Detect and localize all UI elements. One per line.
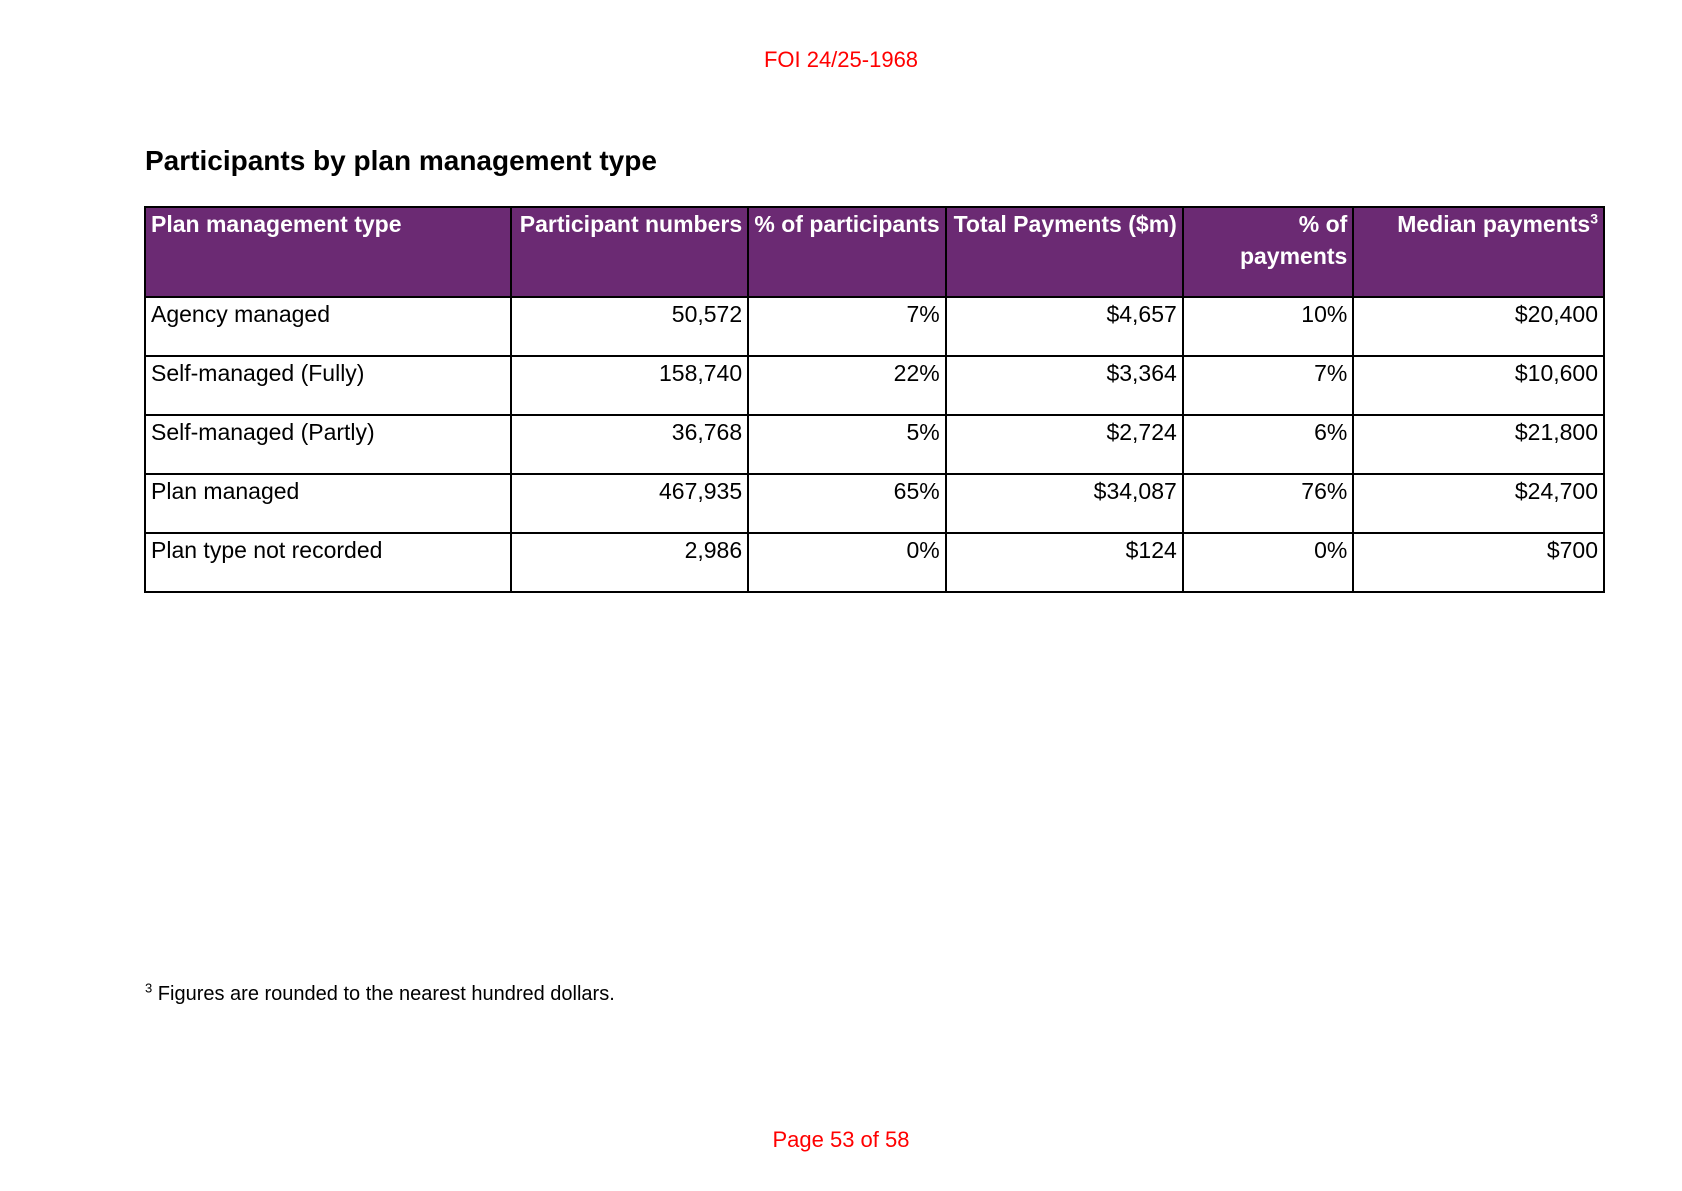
cell-participant-numbers: 467,935 xyxy=(510,473,750,534)
cell-total-payments: $124 xyxy=(944,532,1184,593)
cell-median-payments: $20,400 xyxy=(1352,296,1605,357)
cell-pct-participants: 7% xyxy=(747,296,947,357)
cell-participant-numbers: 158,740 xyxy=(510,355,750,416)
footnote-text: Figures are rounded to the nearest hundr… xyxy=(157,983,615,1005)
cell-pct-participants: 22% xyxy=(747,355,947,416)
cell-total-payments: $4,657 xyxy=(944,296,1184,357)
column-header-total-payments: Total Payments ($m) xyxy=(944,206,1184,298)
cell-pct-payments: 7% xyxy=(1181,355,1355,416)
cell-pct-participants: 5% xyxy=(747,414,947,475)
cell-total-payments: $3,364 xyxy=(944,355,1184,416)
cell-participant-numbers: 50,572 xyxy=(510,296,750,357)
plan-management-table: Plan management type Participant numbers… xyxy=(143,206,1605,593)
cell-median-payments: $700 xyxy=(1352,532,1605,593)
table-row: Self-managed (Fully) 158,740 22% $3,364 … xyxy=(143,355,1605,416)
footnote-reference: 3 xyxy=(1590,210,1598,227)
footnote-marker: 3 xyxy=(145,980,153,996)
cell-median-payments: $10,600 xyxy=(1352,355,1605,416)
cell-total-payments: $34,087 xyxy=(944,473,1184,534)
page-number: Page 53 of 58 xyxy=(772,1127,910,1152)
column-header-pct-payments: % of payments xyxy=(1181,206,1355,298)
cell-pct-payments: 6% xyxy=(1181,414,1355,475)
cell-plan-type: Self-managed (Partly) xyxy=(143,414,513,475)
cell-pct-participants: 0% xyxy=(747,532,947,593)
cell-participant-numbers: 2,986 xyxy=(510,532,750,593)
cell-participant-numbers: 36,768 xyxy=(510,414,750,475)
foi-reference: FOI 24/25-1968 xyxy=(763,47,919,72)
table-row: Plan type not recorded 2,986 0% $124 0% … xyxy=(143,532,1605,593)
table-header-row: Plan management type Participant numbers… xyxy=(143,206,1605,298)
cell-plan-type: Agency managed xyxy=(143,296,513,357)
cell-pct-payments: 10% xyxy=(1181,296,1355,357)
cell-pct-payments: 76% xyxy=(1181,473,1355,534)
column-header-median-payments: Median payments3 xyxy=(1352,206,1605,298)
cell-median-payments: $21,800 xyxy=(1352,414,1605,475)
cell-total-payments: $2,724 xyxy=(944,414,1184,475)
column-header-plan-type: Plan management type xyxy=(143,206,513,298)
footnote: 3 Figures are rounded to the nearest hun… xyxy=(145,980,615,1006)
cell-plan-type: Self-managed (Fully) xyxy=(143,355,513,416)
column-header-pct-participants: % of participants xyxy=(747,206,947,298)
cell-median-payments: $24,700 xyxy=(1352,473,1605,534)
table-row: Agency managed 50,572 7% $4,657 10% $20,… xyxy=(143,296,1605,357)
column-header-participant-numbers: Participant numbers xyxy=(510,206,750,298)
table-row: Self-managed (Partly) 36,768 5% $2,724 6… xyxy=(143,414,1605,475)
cell-pct-payments: 0% xyxy=(1181,532,1355,593)
cell-pct-participants: 65% xyxy=(747,473,947,534)
table-row: Plan managed 467,935 65% $34,087 76% $24… xyxy=(143,473,1605,534)
cell-plan-type: Plan type not recorded xyxy=(143,532,513,593)
section-title: Participants by plan management type xyxy=(145,145,657,176)
cell-plan-type: Plan managed xyxy=(143,473,513,534)
